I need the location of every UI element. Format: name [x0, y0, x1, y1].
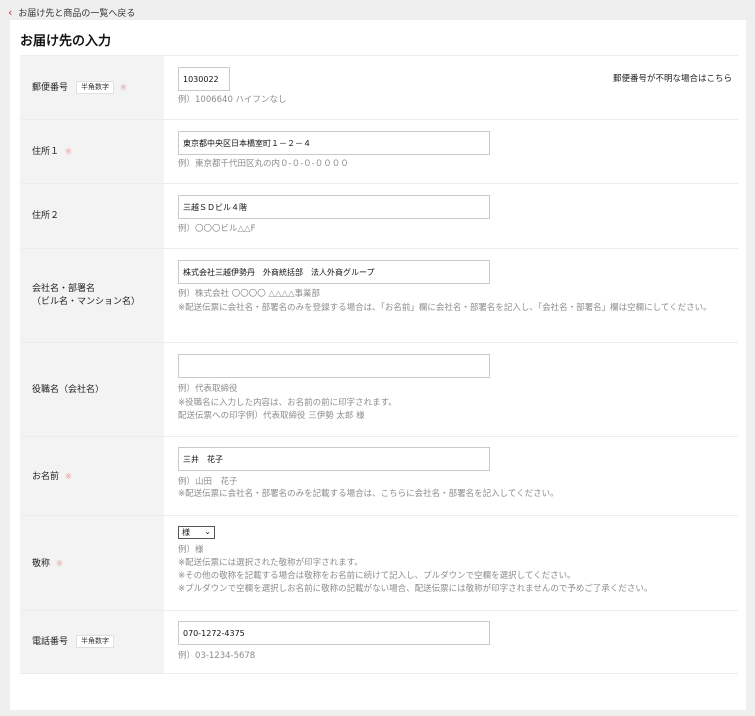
- chevron-left-icon: ‹: [8, 6, 13, 19]
- postal-row: 郵便番号半角数字 ※ 例）1006640 ハイフンなし 郵便番号が不明な場合はこち…: [20, 55, 738, 120]
- address2-input[interactable]: [178, 195, 490, 219]
- back-to-list-link[interactable]: ‹ お届け先と商品の一覧へ戻る: [8, 6, 135, 19]
- job-title-row: 役職名（会社名） 例）代表取締役 ※役職名に入力した内容は、お名前の前に印字され…: [20, 342, 738, 437]
- required-mark: ※: [65, 471, 72, 481]
- honorific-label-cell: 敬称 ※: [20, 516, 164, 611]
- honorific-note-3: ※プルダウンで空欄を選択しお名前に敬称の記載がない場合、配送伝票には敬称が印字さ…: [178, 584, 653, 594]
- address2-row: 住所２ 例）〇〇〇ビル△△F: [20, 183, 738, 249]
- company-note: ※配送伝票に会社名・部署名のみを登録する場合は、「お名前」欄に会社名・部署名を記…: [178, 303, 712, 313]
- company-label: 会社名・部署名: [32, 284, 96, 294]
- job-title-input[interactable]: [178, 354, 490, 378]
- company-label-sub: （ビル名・マンション名）: [32, 297, 141, 307]
- company-input[interactable]: [178, 260, 490, 284]
- address1-label-cell: 住所１ ※: [20, 120, 164, 184]
- honorific-label: 敬称: [32, 558, 51, 569]
- address1-input[interactable]: [178, 131, 490, 155]
- honorific-row: 敬称 ※ 様 ⌄ 例）様 ※配送伝票には選択された敬称が印字されます。 ※その他の…: [20, 515, 738, 611]
- address1-example: 例）東京都千代田区丸の内０-０-０-００００: [178, 159, 349, 169]
- phone-row: 電話番号半角数字 例）03-1234-5678: [20, 610, 738, 674]
- phone-input[interactable]: [178, 621, 490, 645]
- honorific-example: 例）様: [178, 545, 204, 555]
- honorific-select[interactable]: 様 ⌄: [178, 526, 215, 539]
- page-title: お届け先の入力: [20, 34, 112, 49]
- name-row: お名前 ※ 例）山田 花子 ※配送伝票に会社名・部署名のみを記載する場合は、こちら…: [20, 436, 738, 516]
- job-title-label: 役職名（会社名）: [32, 384, 105, 395]
- half-width-digits-tag: 半角数字: [76, 81, 115, 94]
- phone-label: 電話番号: [32, 637, 69, 647]
- address2-example: 例）〇〇〇ビル△△F: [178, 224, 256, 234]
- form-panel: お届け先の入力 郵便番号半角数字※ 例）1006640 ハイフンなし 郵便番号が…: [10, 20, 746, 710]
- address1-row: 住所１ ※ 例）東京都千代田区丸の内０-０-０-００００: [20, 119, 738, 184]
- job-title-note: ※役職名に入力した内容は、お名前の前に印字されます。: [178, 398, 397, 408]
- honorific-note-2: ※その他の敬称を記載する場合は敬称をお名前に続けて記入し、プルダウンで空欄を選択…: [178, 571, 576, 581]
- postal-input[interactable]: [178, 67, 230, 91]
- name-label-cell: お名前 ※: [20, 437, 164, 516]
- postal-help-link[interactable]: 郵便番号が不明な場合はこちら: [613, 72, 732, 84]
- back-link-label: お届け先と商品の一覧へ戻る: [18, 9, 136, 19]
- honorific-note-1: ※配送伝票には選択された敬称が印字されます。: [178, 558, 363, 568]
- chevron-down-icon: ⌄: [204, 527, 211, 536]
- postal-example: 例）1006640 ハイフンなし: [178, 95, 287, 105]
- address2-label-cell: 住所２: [20, 184, 164, 249]
- postal-label-cell: 郵便番号 半角数字 ※: [20, 56, 164, 120]
- phone-example: 例）03-1234-5678: [178, 651, 256, 661]
- address1-label: 住所１: [32, 147, 60, 157]
- job-title-label-cell: 役職名（会社名）: [20, 343, 164, 437]
- required-mark: ※: [56, 558, 63, 568]
- half-width-digits-tag: 半角数字: [76, 635, 115, 648]
- job-title-example: 例）代表取締役: [178, 384, 238, 394]
- name-input[interactable]: [178, 447, 490, 471]
- name-note: ※配送伝票に会社名・部署名のみを記載する場合は、こちらに会社名・部署名を記入して…: [178, 489, 559, 499]
- company-label-cell: 会社名・部署名 （ビル名・マンション名）: [20, 249, 164, 343]
- company-example: 例）株式会社 〇〇〇〇 △△△△事業部: [178, 289, 321, 299]
- honorific-selected: 様: [182, 528, 190, 537]
- required-mark: ※: [65, 147, 72, 156]
- required-mark: ※: [120, 83, 127, 92]
- name-label: お名前: [32, 471, 60, 482]
- address2-label: 住所２: [32, 211, 60, 221]
- name-example: 例）山田 花子: [178, 477, 238, 487]
- postal-label: 郵便番号: [32, 83, 69, 93]
- phone-label-cell: 電話番号 半角数字: [20, 611, 164, 673]
- company-row: 会社名・部署名 （ビル名・マンション名） 例）株式会社 〇〇〇〇 △△△△事業部…: [20, 248, 738, 343]
- job-title-print-example: 配送伝票への印字例）代表取締役 三伊勢 太郎 様: [178, 411, 365, 421]
